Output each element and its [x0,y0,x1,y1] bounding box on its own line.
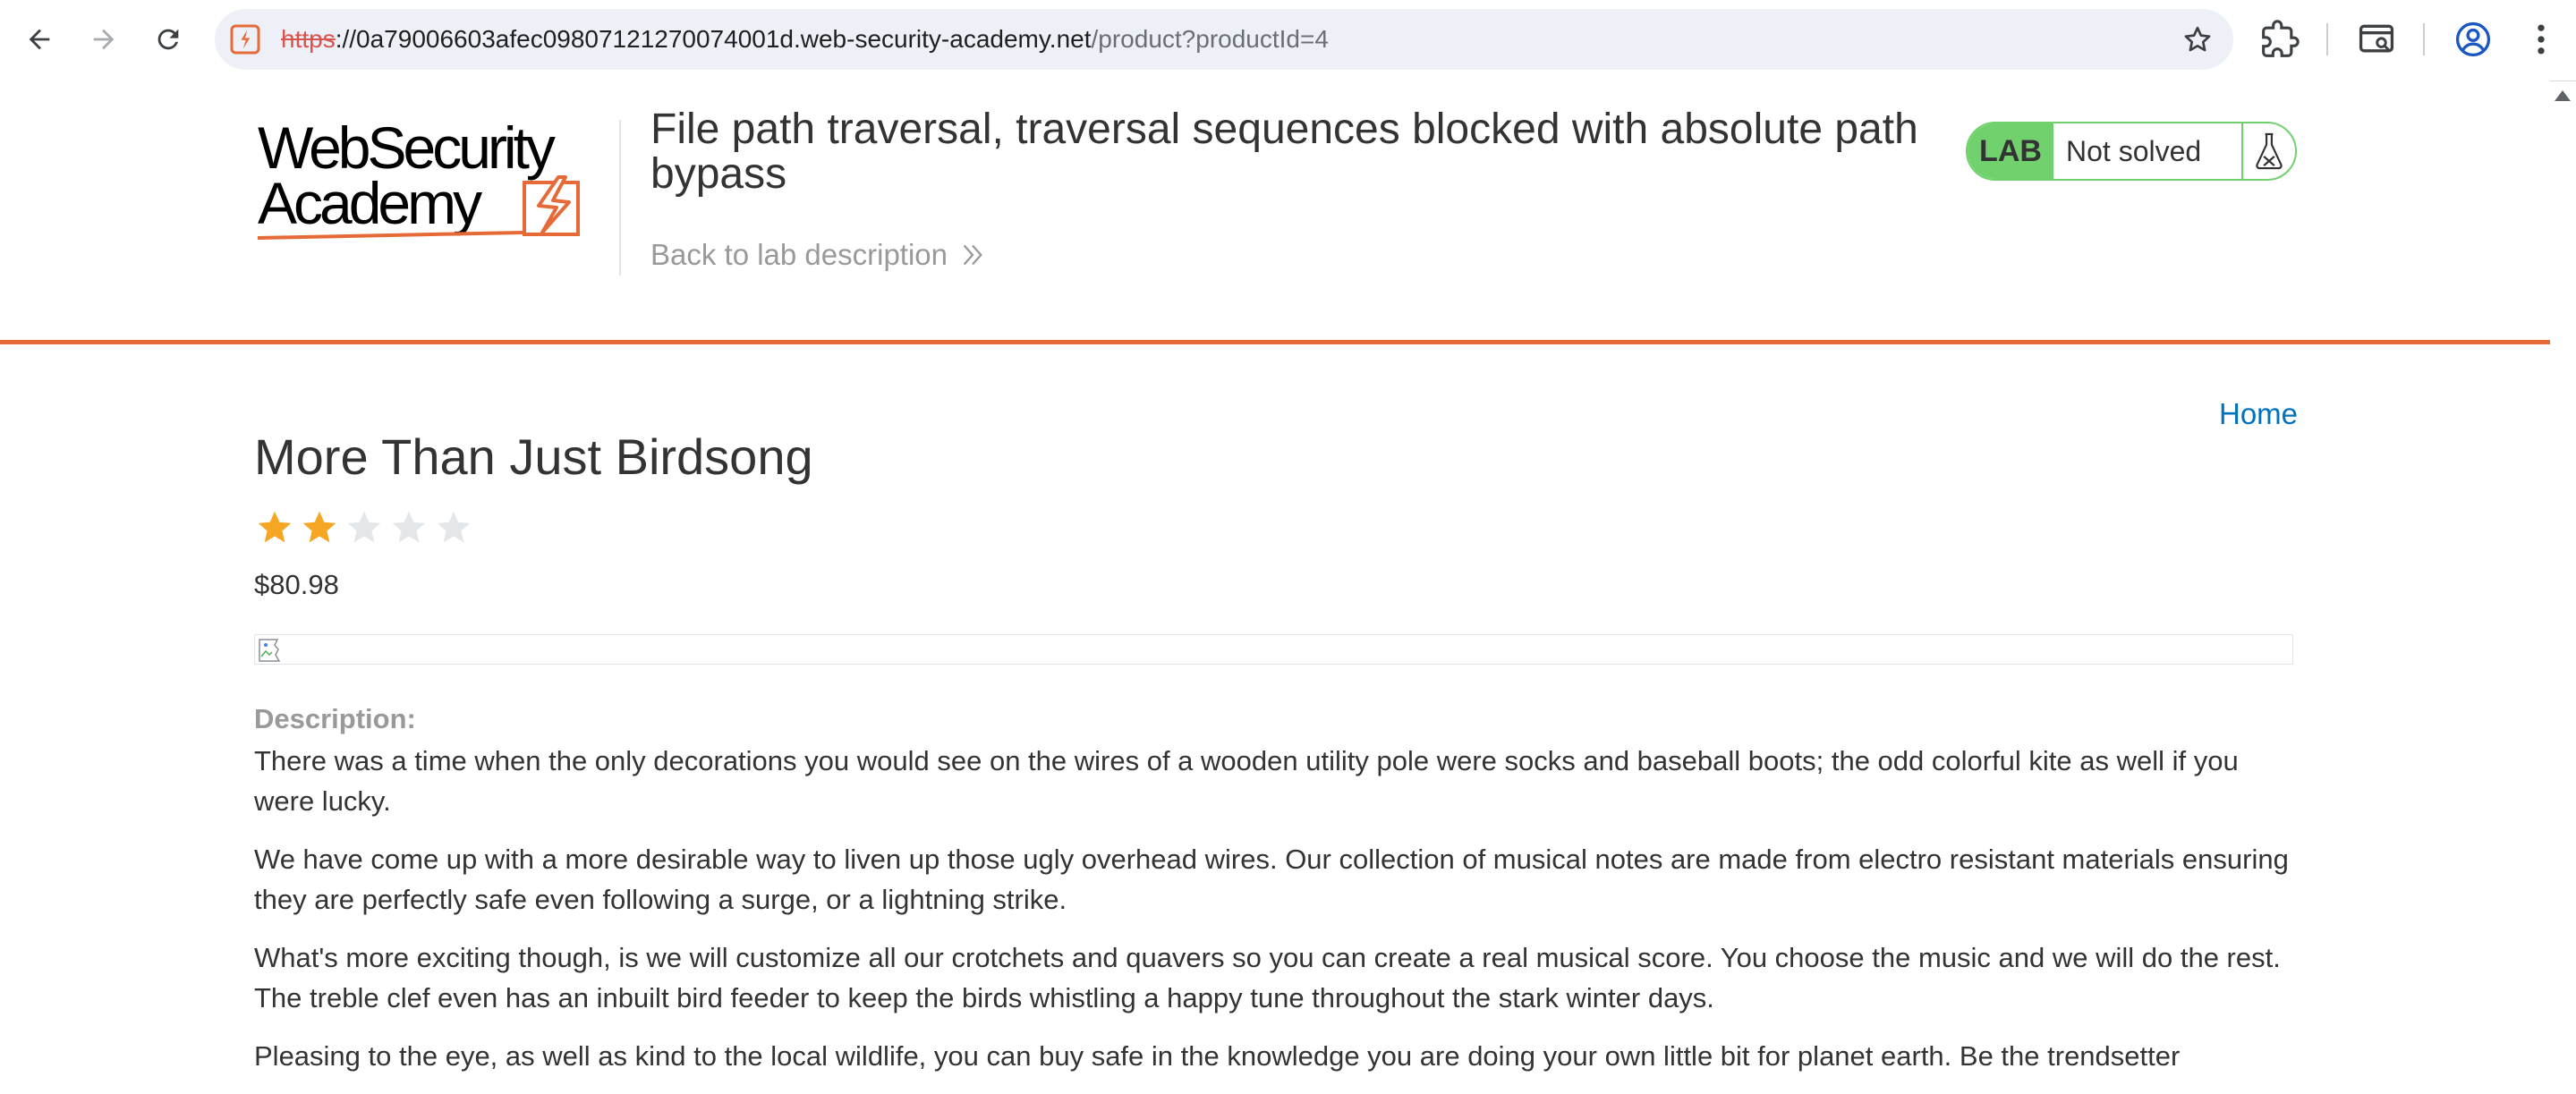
browser-toolbar: https://0a79006603afec09807121270074001d… [0,0,2576,81]
description-paragraph: We have come up with a more desirable wa… [254,844,2289,915]
back-to-lab-description-link[interactable]: Back to lab description [650,238,985,272]
home-link[interactable]: Home [2219,397,2298,431]
web-security-academy-logo[interactable]: WebSecurity Academy [254,114,621,249]
product-rating [254,508,474,547]
menu-icon[interactable] [2521,20,2561,59]
star-empty-icon [437,511,471,543]
url-text[interactable]: https://0a79006603afec09807121270074001d… [281,9,1329,70]
reload-button[interactable] [145,16,191,63]
description-label: Description: [254,703,416,734]
bookmark-star-icon[interactable] [2181,23,2214,55]
product-price: $80.98 [254,569,339,600]
back-link-label: Back to lab description [650,238,948,271]
toolbar-separator [2423,23,2425,55]
flask-icon [2256,132,2283,170]
star-empty-icon [347,511,381,543]
header-divider [619,120,621,276]
reload-icon [157,29,179,50]
star-filled-icon [258,511,292,543]
product-title: More Than Just Birdsong [254,428,813,485]
description-paragraph: Pleasing to the eye, as well as kind to … [254,1040,2181,1072]
lab-status-badge: LAB Not solved [1966,122,2297,181]
tab-search-icon[interactable] [2357,20,2396,59]
forward-button[interactable] [81,16,127,63]
lab-header: WebSecurity Academy File path traversal,… [0,81,2550,344]
double-chevron-right-icon [963,244,982,266]
extensions-icon[interactable] [2260,20,2300,59]
scrollbar-up-arrow-icon[interactable] [2553,88,2572,104]
forward-icon [93,29,115,50]
star-filled-icon [302,511,336,543]
product-image [254,634,2293,665]
lab-status-text: Not solved [2066,134,2202,167]
product-description: There was a time when the only decoratio… [254,741,2294,1094]
lab-tag: LAB [1968,123,2053,179]
svg-text:Academy: Academy [258,170,482,236]
address-bar[interactable]: https://0a79006603afec09807121270074001d… [215,9,2233,70]
site-info-icon[interactable] [229,23,261,55]
description-paragraph: There was a time when the only decoratio… [254,745,2239,817]
url-scheme: https [281,25,336,53]
broken-image-icon [259,639,281,662]
back-icon [29,29,50,50]
lab-flask-button[interactable] [2241,123,2295,179]
description-paragraph: What's more exciting though, is we will … [254,942,2281,1013]
url-path: /product?productId=4 [1091,25,1329,53]
toolbar-separator [2326,23,2328,55]
url-host: ://0a79006603afec09807121270074001d.web-… [335,25,1092,53]
profile-icon[interactable] [2453,20,2493,59]
lab-title: File path traversal, traversal sequences… [650,106,1918,198]
back-button[interactable] [16,16,63,63]
star-empty-icon [392,511,426,543]
